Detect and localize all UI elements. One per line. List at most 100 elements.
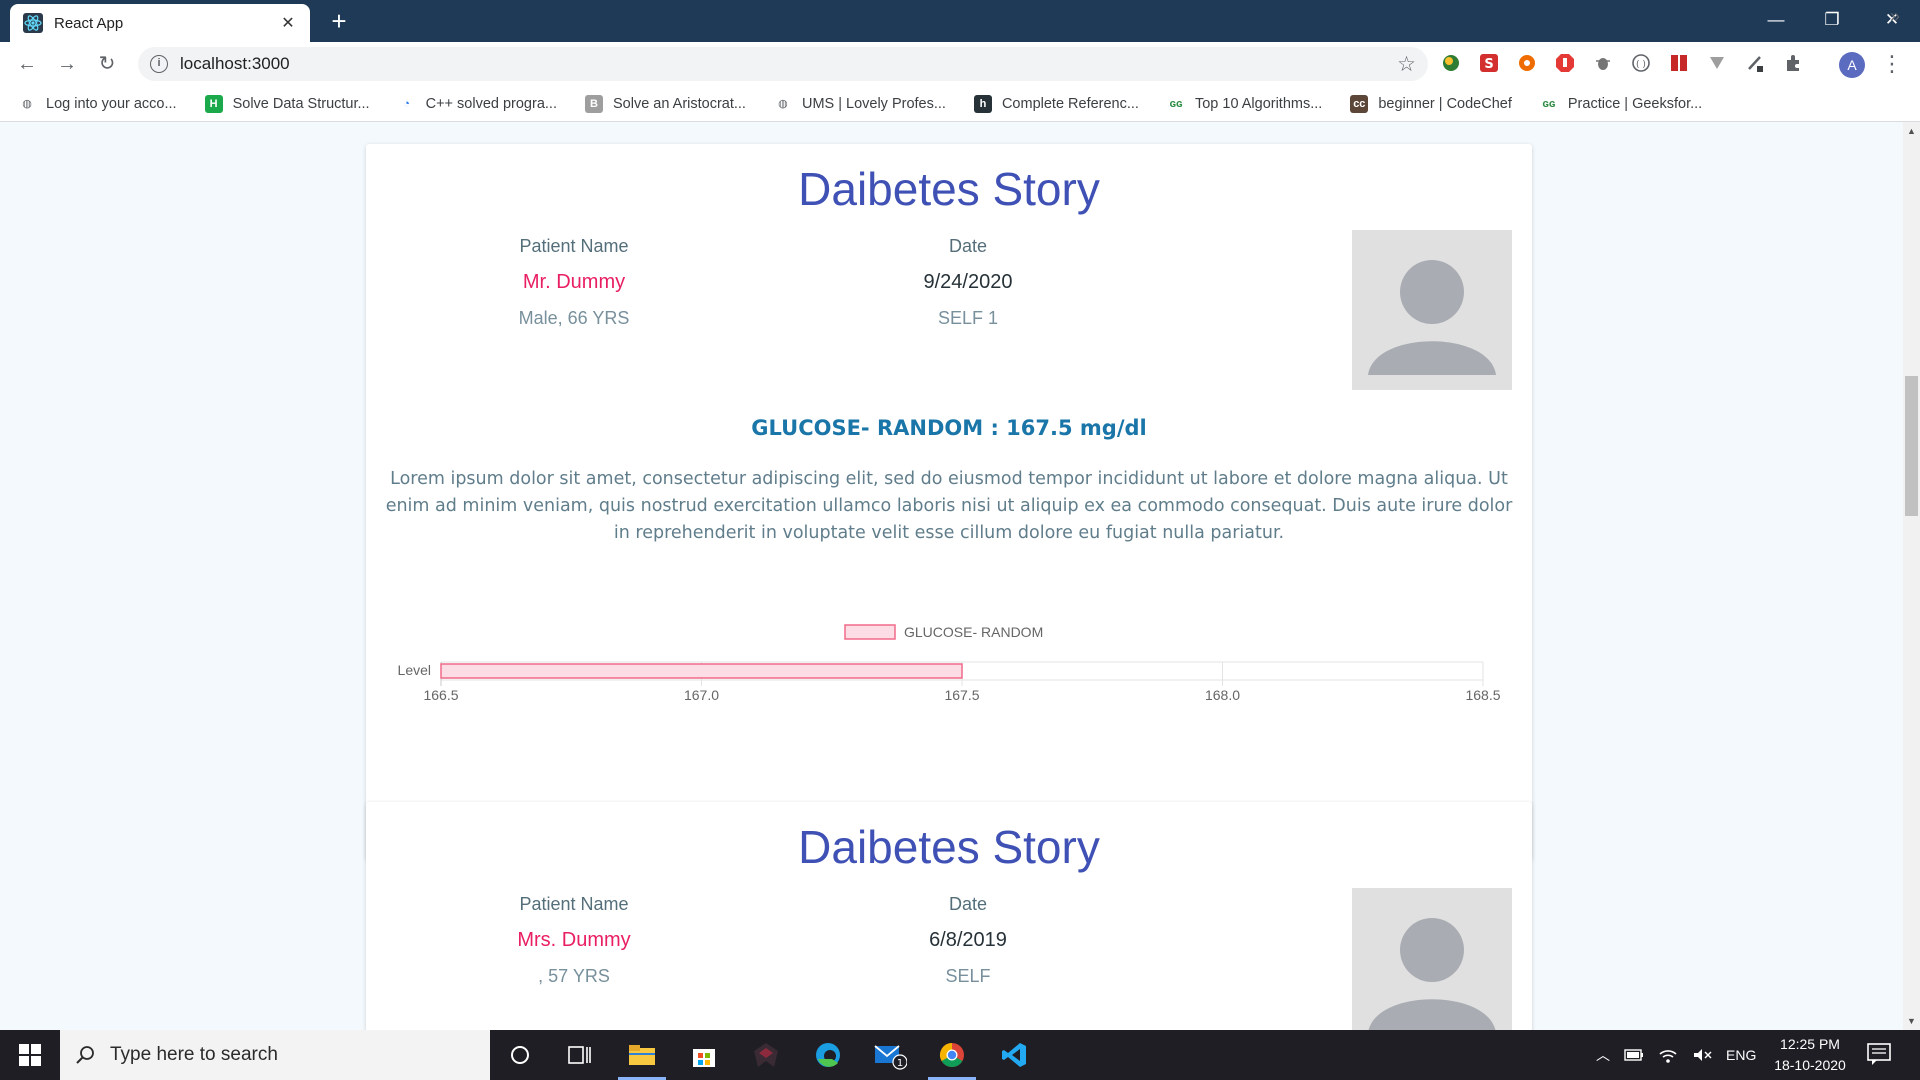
restore-button[interactable]: ❐ (1804, 0, 1860, 42)
mail-badge: 1 (897, 1058, 903, 1069)
extension-v-icon[interactable] (1704, 50, 1730, 76)
extension-bug-icon[interactable] (1590, 50, 1616, 76)
tab-title: React App (54, 14, 124, 32)
mail-icon: 1 (874, 1045, 907, 1070)
date-column: Date 6/8/2019 SELF (818, 886, 1118, 994)
patient-name-label: Patient Name (519, 236, 629, 256)
x-tick-label: 168.5 (1465, 687, 1500, 703)
bookmark-star-icon[interactable]: ☆ (1397, 52, 1416, 77)
story-card: Daibetes Story Patient Name Mr. Dummy Ma… (366, 144, 1532, 860)
search-icon (76, 1046, 94, 1064)
url-text[interactable]: localhost:3000 (180, 54, 290, 74)
category-label: Level (398, 662, 431, 678)
date-label: Date (948, 236, 988, 256)
extension-adblock-icon[interactable] (1552, 50, 1578, 76)
omnibox[interactable]: i localhost:3000 ☆ (138, 47, 1428, 81)
x-tick-label: 167.5 (944, 687, 979, 703)
relation-label: SELF 1 (937, 308, 999, 328)
chart-ticks: 166.5 167.0 167.5 168.0 168.5 (423, 687, 1500, 703)
react-icon (22, 12, 44, 34)
browser-tab[interactable]: React App ✕ (10, 4, 310, 42)
taskbar-search[interactable]: Type here to search (60, 1030, 490, 1080)
new-tab-button[interactable]: + (324, 6, 354, 36)
bookmark-item[interactable]: ɢɢ Top 10 Algorithms... (1166, 94, 1323, 113)
mail-button[interactable]: 1 (860, 1030, 920, 1080)
search-placeholder: Type here to search (110, 1044, 278, 1065)
codechef-icon: cc (1350, 94, 1369, 113)
bookmark-label: Top 10 Algorithms... (1194, 95, 1323, 112)
browser-menu-icon[interactable]: ⋮ (1880, 50, 1904, 78)
bookmark-label: Complete Referenc... (1001, 95, 1139, 112)
predator-app-button[interactable] (736, 1030, 796, 1080)
x-tick-label: 168.0 (1205, 687, 1240, 703)
bookmark-item[interactable]: ◔ C++ solved progra... (397, 94, 557, 113)
bookmark-item[interactable]: H Solve Data Structur... (204, 94, 370, 113)
windows-taskbar: Type here to search 1 ︿ ENG 12:25 PM 18-… (0, 1030, 1920, 1080)
store-button[interactable] (674, 1030, 734, 1080)
language-indicator[interactable]: ENG (1726, 1047, 1756, 1063)
cortana-button[interactable] (490, 1030, 550, 1080)
patient-name-label: Patient Name (519, 894, 629, 914)
date-label: Date (948, 894, 988, 914)
start-button[interactable] (0, 1030, 60, 1080)
address-toolbar: ← → ↻ i localhost:3000 ☆ S ( ) A ⋮ (0, 42, 1920, 86)
clock-date: 18-10-2020 (1774, 1057, 1846, 1073)
browser-title-bar: React App ✕ + — ❐ ✕ (0, 0, 1920, 42)
forward-button[interactable]: → (48, 46, 86, 82)
bookmark-item[interactable]: ◍ UMS | Lovely Profes... (773, 94, 946, 113)
scroll-up-icon[interactable]: ▲ (1903, 126, 1920, 136)
file-explorer-button[interactable] (612, 1030, 672, 1080)
bookmark-item[interactable]: B Solve an Aristocrat... (584, 94, 746, 113)
profile-avatar[interactable]: A (1839, 52, 1865, 78)
notification-icon (1867, 1043, 1891, 1065)
b-icon: B (584, 94, 603, 113)
bookmark-item[interactable]: ɢɢ Practice | Geeksfor... (1539, 94, 1702, 113)
bar (440, 663, 963, 679)
chrome-button[interactable] (922, 1030, 982, 1080)
bookmark-label: C++ solved progra... (425, 95, 557, 112)
x-tick-label: 166.5 (423, 687, 458, 703)
page-scrollbar[interactable]: ▲ ▼ (1903, 122, 1920, 1030)
globe-icon: ◍ (18, 94, 36, 113)
taskbar-clock[interactable]: 12:25 PM 18-10-2020 (1762, 1034, 1858, 1076)
bookmarks-overflow-icon[interactable]: » (1890, 6, 1900, 27)
extension-gift-icon[interactable] (1666, 50, 1692, 76)
gfg-icon: ɢɢ (1166, 94, 1185, 113)
extension-s-icon[interactable]: S (1476, 50, 1502, 76)
reload-button[interactable]: ↻ (88, 46, 126, 82)
extension-code-icon[interactable]: ( ) (1628, 50, 1654, 76)
back-button[interactable]: ← (8, 46, 46, 82)
scrollbar-thumb[interactable] (1905, 376, 1918, 516)
scroll-down-icon[interactable]: ▼ (1903, 1016, 1920, 1026)
task-view-button[interactable] (550, 1030, 610, 1080)
cortana-icon (511, 1046, 529, 1064)
windows-logo-icon (19, 1044, 41, 1066)
vscode-icon (1002, 1043, 1026, 1067)
bookmark-item[interactable]: ◍ Log into your acco... (18, 94, 177, 113)
minimize-button[interactable]: — (1748, 0, 1804, 42)
hackerrank-icon: H (204, 94, 223, 113)
extensions-puzzle-icon[interactable] (1780, 50, 1806, 76)
svg-text:( ): ( ) (1636, 60, 1646, 70)
extension-globe-icon[interactable] (1438, 50, 1464, 76)
bookmark-item[interactable]: cc beginner | CodeChef (1350, 94, 1512, 113)
bookmark-item[interactable]: h Complete Referenc... (973, 94, 1139, 113)
volume-muted-icon[interactable] (1692, 1046, 1712, 1064)
edge-button[interactable] (798, 1030, 858, 1080)
site-info-icon[interactable]: i (150, 55, 168, 73)
predator-sense-icon (754, 1043, 778, 1067)
wifi-icon[interactable] (1658, 1046, 1678, 1064)
date-column: Date 9/24/2020 SELF 1 (818, 228, 1118, 336)
patient-name: Mr. Dummy (522, 271, 626, 293)
chevron-up-icon[interactable]: ︿ (1596, 1045, 1610, 1065)
notification-button[interactable] (1866, 1042, 1894, 1068)
svg-text:S: S (1484, 57, 1493, 72)
vscode-button[interactable] (984, 1030, 1044, 1080)
close-tab-icon[interactable]: ✕ (278, 13, 298, 33)
chart-bars (440, 663, 963, 679)
story-card: Daibetes Story Patient Name Mrs. Dummy ,… (366, 802, 1532, 1030)
extension-orange-icon[interactable] (1514, 50, 1540, 76)
extension-pen-icon[interactable] (1742, 50, 1768, 76)
page-viewport: Daibetes Story Patient Name Mr. Dummy Ma… (0, 122, 1920, 1030)
battery-icon[interactable] (1624, 1048, 1644, 1062)
